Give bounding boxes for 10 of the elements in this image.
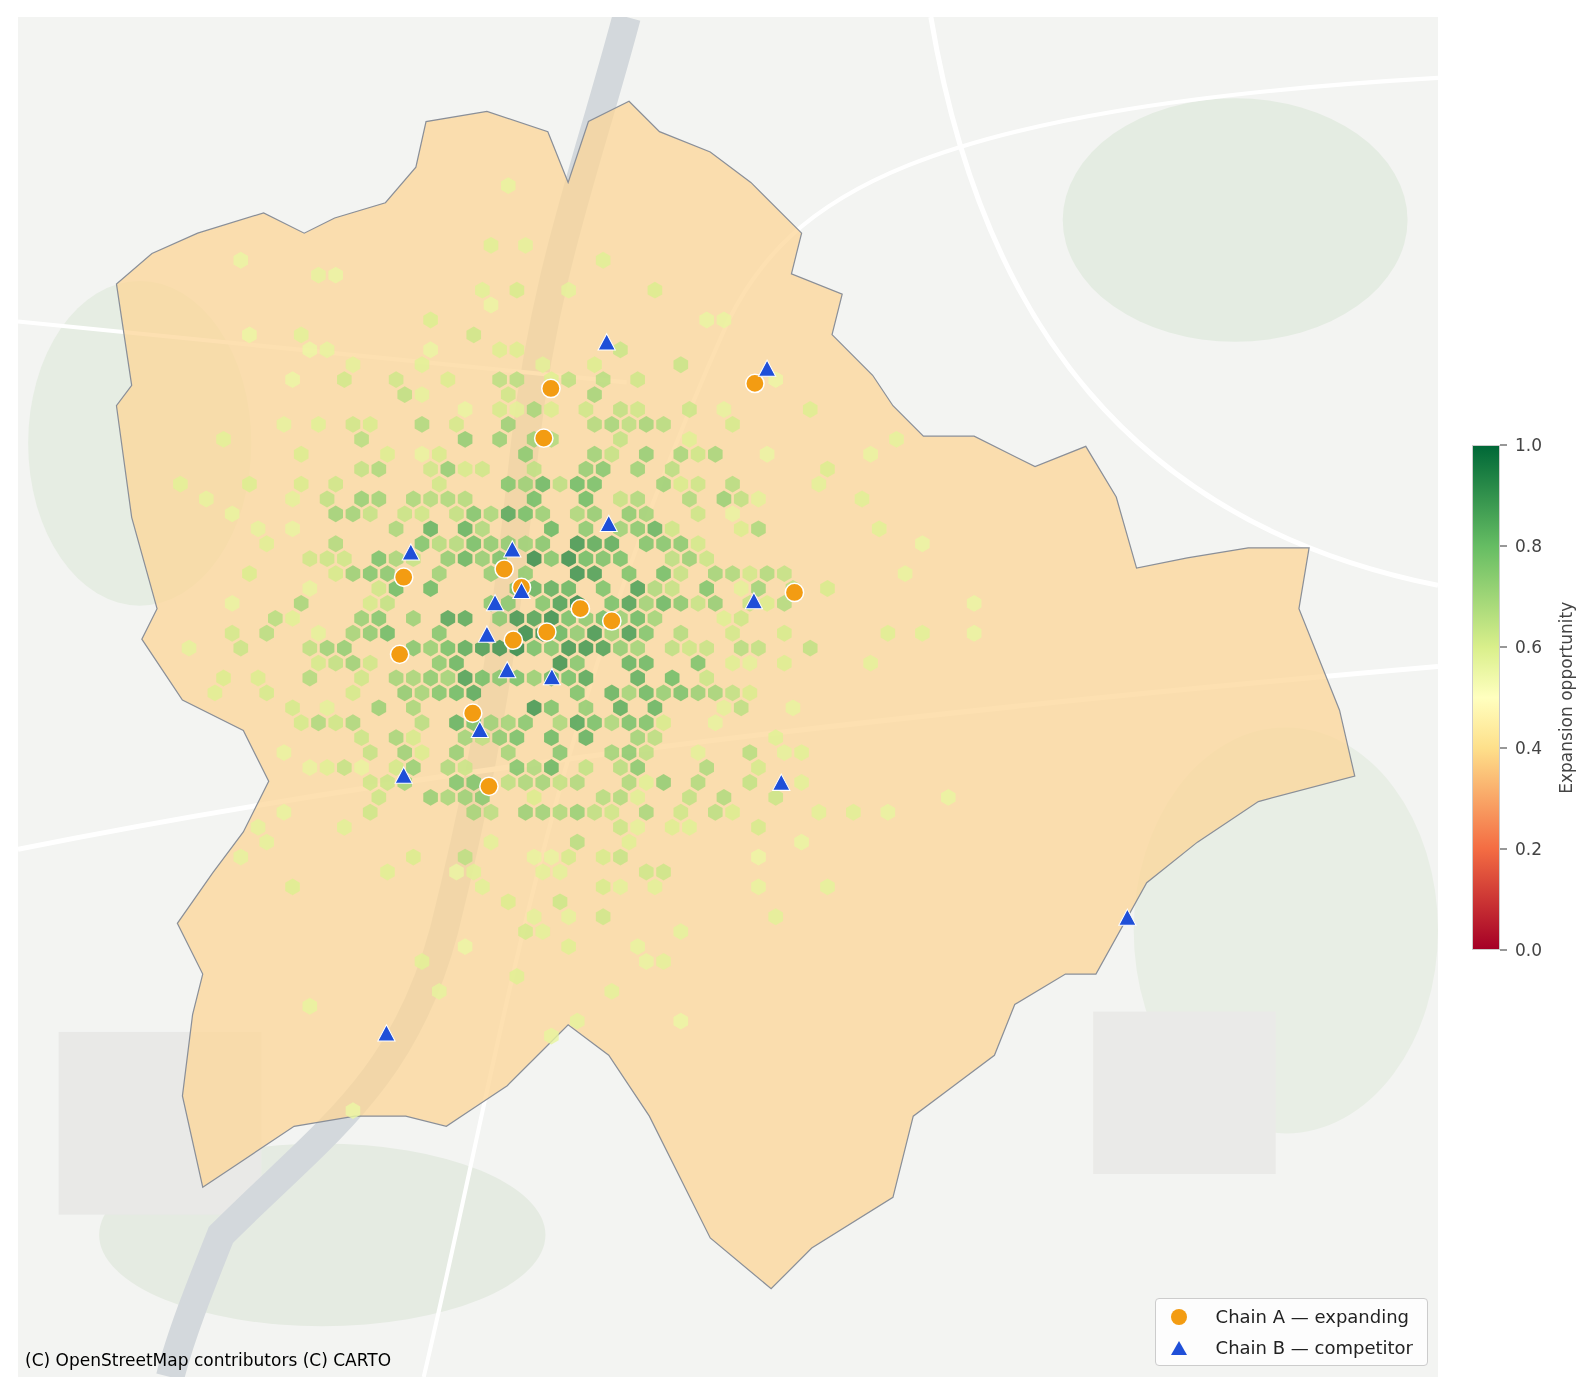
tick-label: 0.0: [1515, 941, 1543, 959]
tick-label: 0.2: [1515, 840, 1543, 858]
tick-label: 0.8: [1515, 537, 1543, 555]
legend-label: Chain B — competitor: [1215, 1336, 1413, 1360]
tick-label: 0.6: [1515, 638, 1543, 656]
attribution-text: (C) OpenStreetMap contributors (C) CARTO: [25, 1348, 392, 1372]
tick-label: 0.4: [1515, 739, 1543, 757]
colorbar-label: Expansion opportunity: [1555, 601, 1578, 794]
legend-label: Chain A — expanding: [1215, 1305, 1410, 1329]
tick-label: 1.0: [1515, 436, 1543, 454]
